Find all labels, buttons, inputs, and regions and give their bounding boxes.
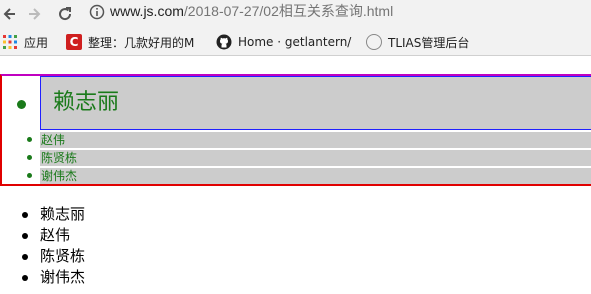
list-bullet (27, 137, 32, 142)
plain-list-item: 陈贤栋 (0, 246, 591, 267)
styled-list-item: 谢伟杰 (40, 168, 591, 184)
arrow-right-icon (29, 8, 41, 20)
plain-list-item: 赵伟 (0, 225, 591, 246)
styled-list-item: 陈贤栋 (40, 150, 591, 166)
plain-list-item: 谢伟杰 (0, 267, 591, 288)
bookmark-apps[interactable]: 应用 (2, 31, 48, 53)
list-bullet (27, 155, 32, 160)
url-host: www.js.com (110, 3, 184, 19)
browser-toolbar: www.js.com/2018-07-27/02相互关系查询.html (0, 0, 591, 28)
plain-list-item-text: 赖志丽 (40, 205, 86, 223)
list-bullet (22, 212, 28, 218)
styled-list-item-first: 赖志丽 (40, 76, 591, 130)
url-path: /2018-07-27/02相互关系查询.html (183, 3, 394, 19)
plain-list-item-text: 谢伟杰 (40, 268, 86, 286)
styled-list-item: 赵伟 (40, 132, 591, 148)
list-bullet (27, 173, 32, 178)
list-bullet (22, 275, 28, 281)
plain-list-item: 赖志丽 (0, 204, 591, 225)
plain-list-item-text: 陈贤栋 (40, 247, 86, 265)
forward-button[interactable] (24, 4, 44, 24)
reload-icon (59, 7, 72, 21)
reload-button[interactable] (55, 4, 75, 24)
bookmark-label: Home · getlantern/ (238, 35, 352, 49)
plain-list-item-text: 赵伟 (40, 226, 71, 244)
bookmark-tlias[interactable]: TLIAS管理后台 (366, 31, 469, 53)
list-bullet (17, 100, 26, 109)
github-icon (216, 34, 232, 50)
csdn-logo-icon: C (66, 34, 82, 50)
bookmark-label: TLIAS管理后台 (388, 35, 470, 50)
apps-grid-icon (3, 35, 17, 49)
address-bar[interactable]: www.js.com/2018-07-27/02相互关系查询.html (110, 2, 393, 20)
list-bullet (22, 233, 28, 239)
bookmark-label: 整理：几款好用的M (88, 35, 194, 50)
bookmark-github[interactable]: Home · getlantern/ (216, 31, 351, 53)
bookmark-label: 应用 (24, 35, 49, 50)
plain-list: 赖志丽 赵伟 陈贤栋 谢伟杰 (0, 204, 591, 288)
bookmark-csdn[interactable]: C 整理：几款好用的M (66, 31, 194, 53)
globe-icon (366, 34, 382, 50)
info-icon[interactable] (89, 4, 105, 20)
bookmarks-bar: 应用 C 整理：几款好用的M Home · getlantern/ TLIAS管… (0, 28, 591, 56)
back-button[interactable] (0, 4, 20, 24)
arrow-left-icon (3, 8, 15, 20)
list-bullet (22, 254, 28, 260)
